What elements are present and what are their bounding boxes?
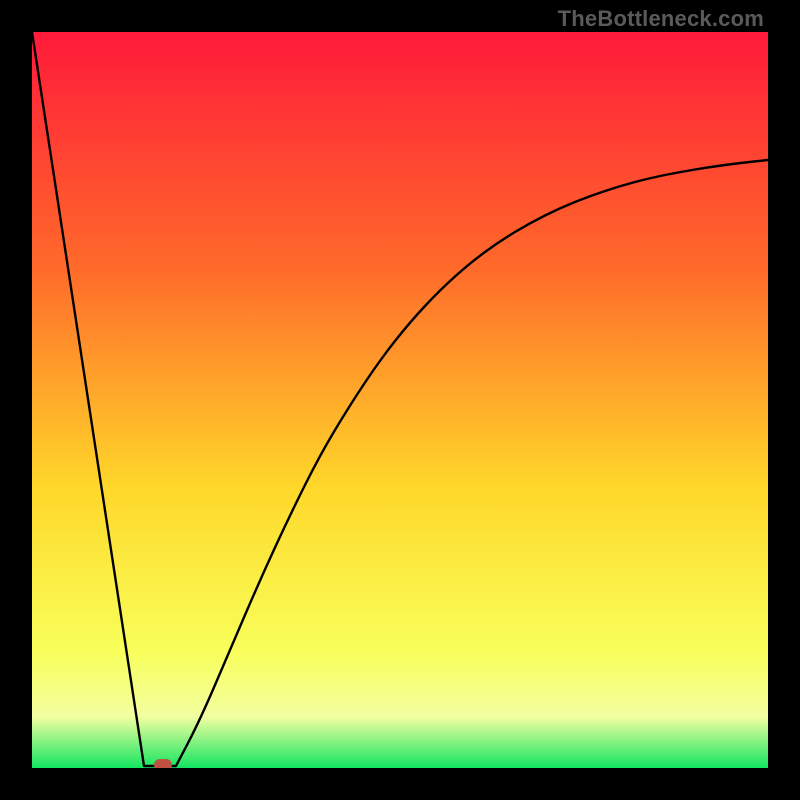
watermark-text: TheBottleneck.com <box>558 6 764 32</box>
bottleneck-curve <box>32 32 768 768</box>
minimum-marker <box>154 759 172 768</box>
plot-area <box>32 32 768 768</box>
chart-frame: TheBottleneck.com <box>0 0 800 800</box>
